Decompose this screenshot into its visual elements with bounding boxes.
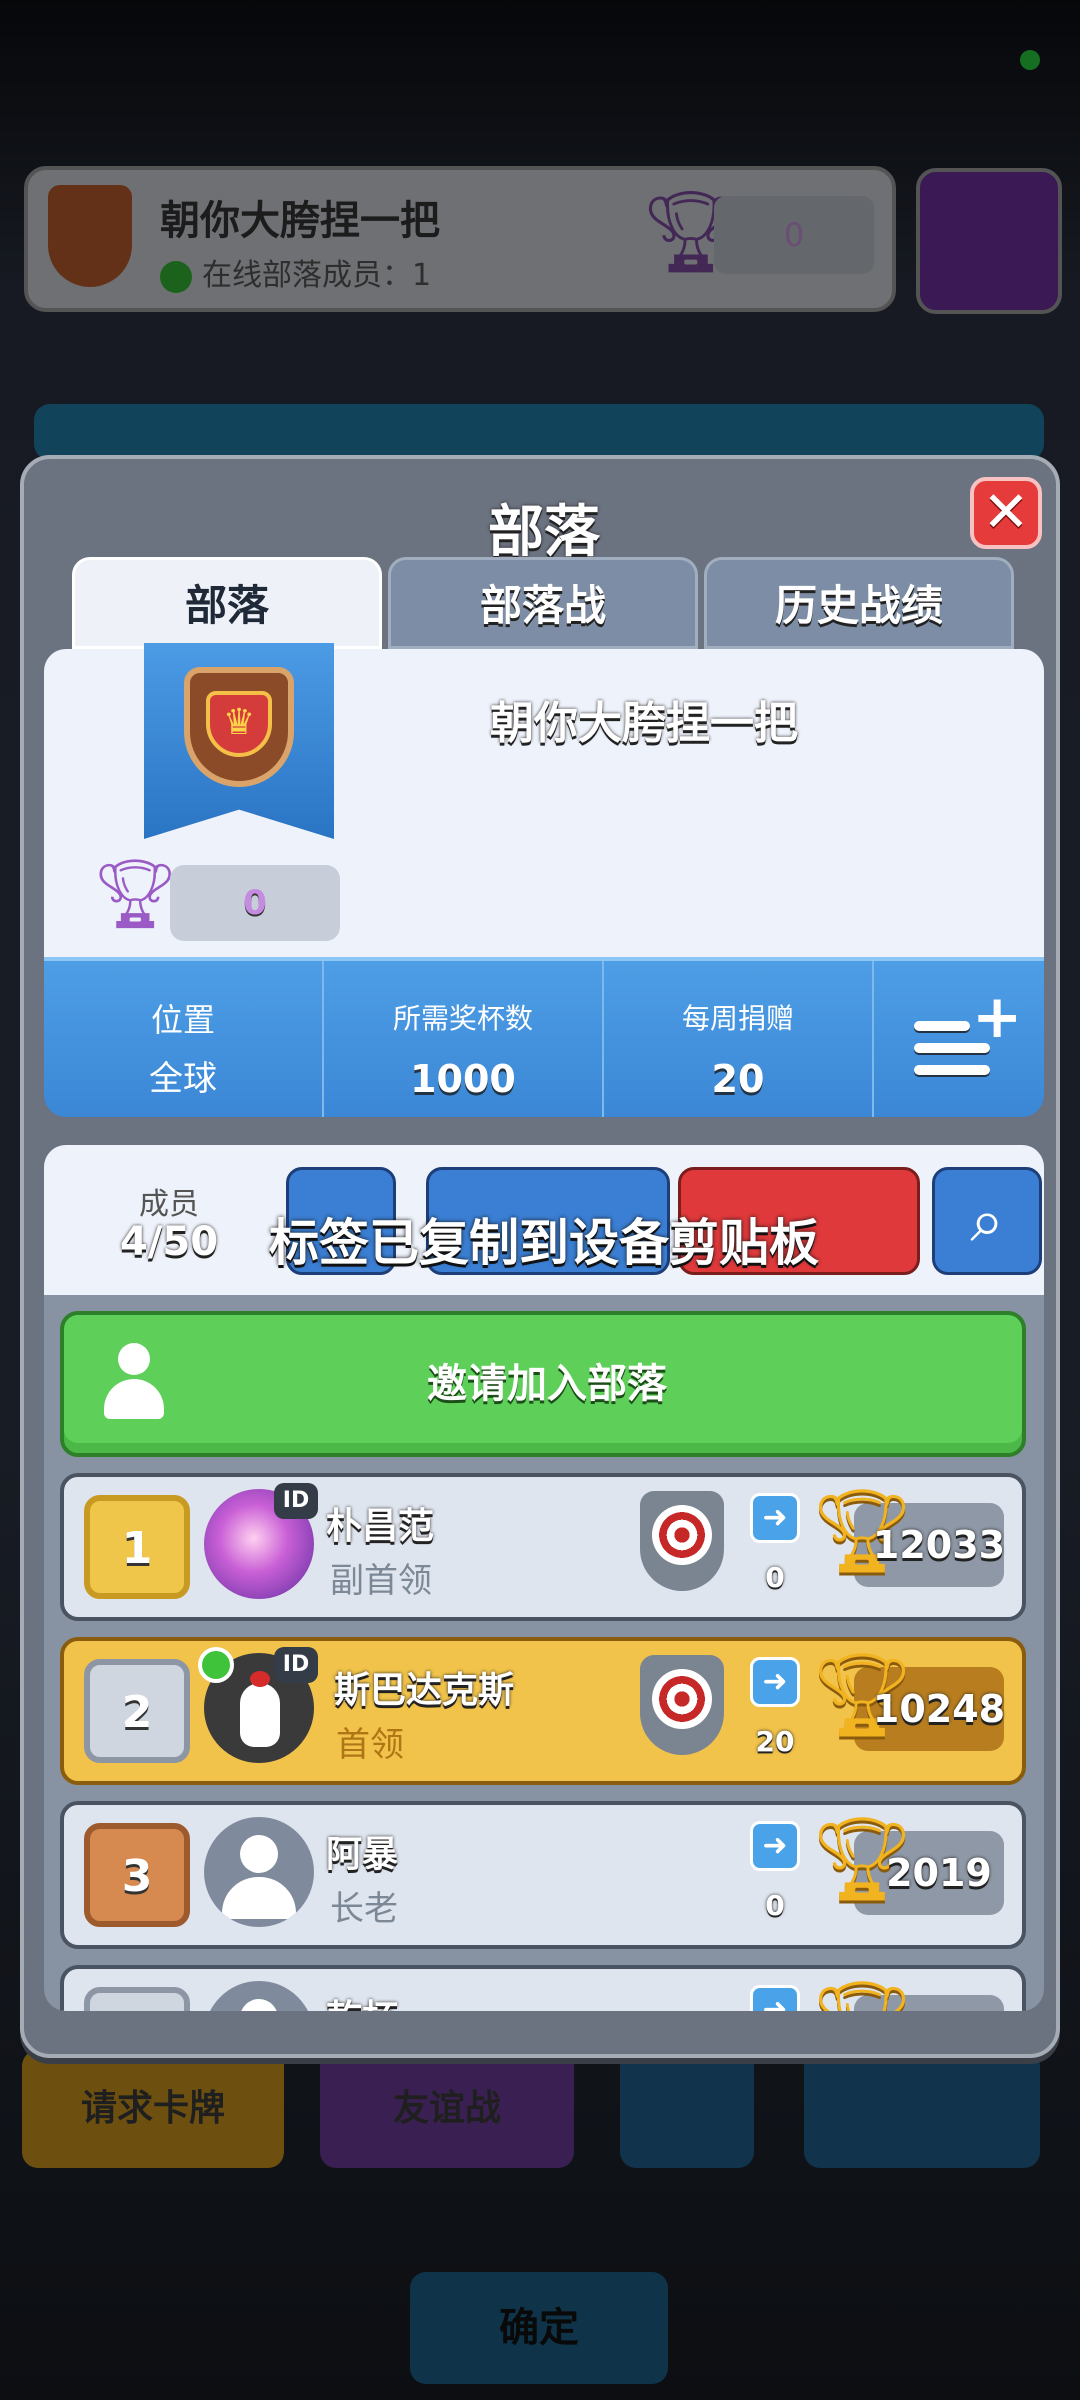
member-row[interactable]: 1 ID 朴昌范 副首领 ➜ 0 🏆︎ 12033 bbox=[60, 1473, 1026, 1621]
donation-icon: ➜ bbox=[750, 1985, 800, 2011]
donation-count: 20 bbox=[755, 1725, 795, 1758]
clan-badge-icon[interactable]: ♛ bbox=[184, 667, 294, 787]
toast-message: 标签已复制到设备剪贴板 bbox=[269, 1214, 819, 1272]
crown-icon: ♛ bbox=[206, 691, 272, 757]
stat-location-value: 全球 bbox=[149, 1059, 217, 1099]
trophy-icon: 🏆︎ bbox=[92, 855, 179, 934]
stat-weekly-donations-value: 20 bbox=[711, 1057, 765, 1101]
member-row[interactable]: 2 ID 斯巴达克斯 首领 ➜ 20 🏆︎ 10248 bbox=[60, 1637, 1026, 1785]
tab-clan-war[interactable]: 部落战 bbox=[388, 557, 698, 649]
member-name: 乾杯 bbox=[326, 1989, 398, 2011]
trophy-count: 10248 bbox=[872, 1687, 1006, 1731]
stat-location: 位置 全球 bbox=[44, 961, 324, 1117]
members-header: 成员 4/50 ⌕ 标签已复制到设备剪贴板 bbox=[44, 1145, 1044, 1295]
rank-badge: 4 bbox=[84, 1987, 190, 2011]
rank-badge: 2 bbox=[84, 1659, 190, 1763]
donation-icon: ➜ bbox=[750, 1657, 800, 1707]
invite-label: 邀请加入部落 bbox=[427, 1361, 667, 1407]
clan-trophy-count: 0 bbox=[170, 865, 340, 941]
invite-button[interactable]: 邀请加入部落 bbox=[60, 1311, 1026, 1457]
tab-clan[interactable]: 部落 bbox=[72, 557, 382, 649]
trophy-count: 12033 bbox=[872, 1523, 1006, 1567]
dialog-title: 部落 bbox=[488, 500, 600, 565]
rank-badge: 3 bbox=[84, 1823, 190, 1927]
stat-required-trophies-value: 1000 bbox=[410, 1057, 516, 1101]
member-row[interactable]: 3 阿暴 长老 ➜ 0 🏆︎ 2019 bbox=[60, 1801, 1026, 1949]
list-add-icon[interactable]: + bbox=[914, 987, 1022, 1085]
donation-count: 0 bbox=[765, 1889, 785, 1922]
trophy-icon: 🏆︎ bbox=[810, 1983, 914, 2012]
member-name: 斯巴达克斯 bbox=[334, 1670, 515, 1711]
trophy-count: 2019 bbox=[886, 1851, 992, 1895]
clan-stats-bar: 位置 全球 所需奖杯数 1000 每周捐赠 20 + bbox=[44, 957, 1044, 1117]
default-avatar[interactable] bbox=[204, 1981, 314, 2011]
donation-icon: ➜ bbox=[750, 1493, 800, 1543]
member-name: 阿暴 bbox=[326, 1834, 399, 1875]
stat-required-trophies: 所需奖杯数 1000 bbox=[324, 961, 604, 1117]
stat-weekly-donations: 每周捐赠 20 bbox=[604, 961, 874, 1117]
member-role: 首领 bbox=[336, 1725, 404, 1765]
member-name: 朴昌范 bbox=[326, 1506, 435, 1547]
members-panel: 成员 4/50 ⌕ 标签已复制到设备剪贴板 邀请加入部落 1 ID 朴昌范 副首… bbox=[44, 1145, 1044, 2011]
close-icon: ✕ bbox=[982, 480, 1030, 545]
online-indicator bbox=[198, 1647, 234, 1683]
default-avatar[interactable] bbox=[204, 1817, 314, 1927]
id-tag[interactable]: ID bbox=[274, 1483, 318, 1519]
member-row[interactable]: 4 乾杯 ➜ 🏆︎ bbox=[60, 1965, 1026, 2011]
target-icon bbox=[640, 1655, 724, 1755]
target-icon bbox=[640, 1491, 724, 1591]
id-tag[interactable]: ID bbox=[274, 1647, 318, 1683]
clan-info-panel: ♛ 朝你大胯捏一把 🏆︎ 0 bbox=[44, 643, 1044, 957]
stat-required-trophies-label: 所需奖杯数 bbox=[392, 1002, 533, 1035]
close-button[interactable]: ✕ bbox=[970, 477, 1042, 549]
tab-history[interactable]: 历史战绩 bbox=[704, 557, 1014, 649]
donation-count: 0 bbox=[765, 1561, 785, 1594]
donation-icon: ➜ bbox=[750, 1821, 800, 1871]
stat-weekly-donations-label: 每周捐赠 bbox=[681, 1002, 794, 1035]
stat-location-label: 位置 bbox=[150, 1001, 215, 1039]
member-role: 副首领 bbox=[330, 1561, 432, 1601]
rank-badge: 1 bbox=[84, 1495, 190, 1599]
clan-name: 朝你大胯捏一把 bbox=[490, 698, 798, 749]
clan-dialog: 部落 ✕ 部落 部落战 历史战绩 ♛ 朝你大胯捏一把 🏆︎ 0 位置 全球 所需… bbox=[20, 455, 1060, 2058]
member-role: 长老 bbox=[330, 1889, 398, 1929]
